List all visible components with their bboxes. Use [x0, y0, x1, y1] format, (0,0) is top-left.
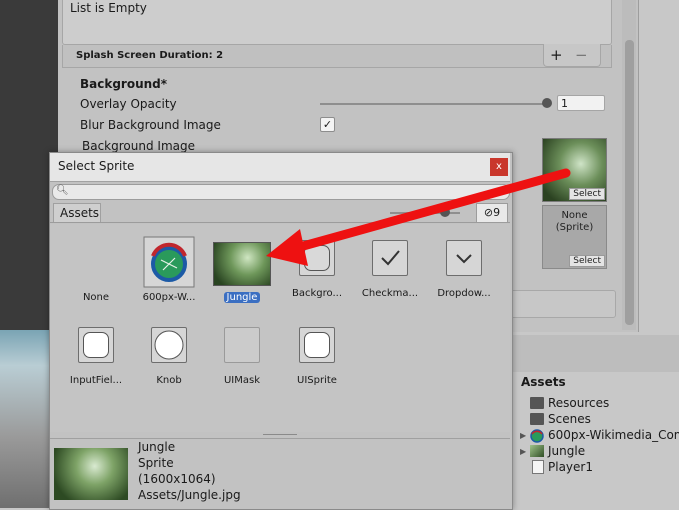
arrow-shaft: [291, 168, 571, 253]
annotation-arrow: [266, 168, 571, 266]
arrow-head: [266, 229, 308, 266]
